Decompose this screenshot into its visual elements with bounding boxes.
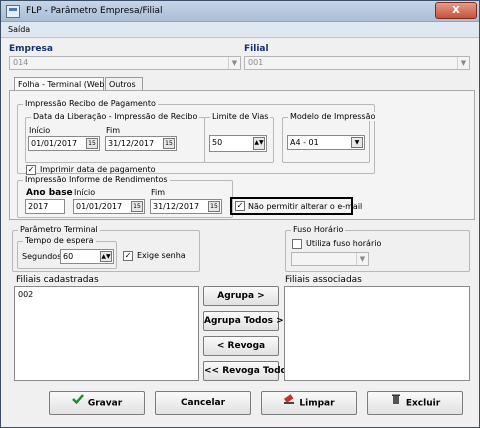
- chevron-down-icon: ▼: [356, 253, 368, 265]
- segundos-label: Segundos: [22, 252, 62, 261]
- recibo-title: Impressão Recibo de Pagamento: [23, 99, 158, 108]
- chevron-down-icon[interactable]: ▼: [351, 137, 363, 148]
- tab-panel: Impressão Recibo de Pagamento Data da Li…: [9, 90, 475, 220]
- filial-label: Filial: [244, 44, 269, 54]
- terminal-group: Parâmetro Terminal Tempo de espera Segun…: [12, 225, 200, 272]
- modelo-value: A4 - 01: [290, 138, 319, 147]
- nao-permitir-email-label: Não permitir alterar o e-mail: [248, 202, 363, 211]
- spinner-icon[interactable]: ▲▼: [253, 137, 265, 150]
- segundos-input[interactable]: 60 ▲▼: [60, 249, 114, 264]
- calendar-icon[interactable]: 15: [208, 201, 220, 212]
- nao-permitir-email-checkbox[interactable]: ✓: [235, 201, 245, 211]
- limpar-button[interactable]: Limpar: [261, 391, 357, 415]
- imprimir-data-checkbox[interactable]: ✓: [26, 165, 36, 175]
- informe-inicio-label: Início: [74, 188, 96, 197]
- limite-group: Limite de Vias 50 ▲▼: [204, 112, 274, 163]
- gravar-label: Gravar: [87, 398, 123, 409]
- tempo-title: Tempo de espera: [23, 236, 96, 245]
- ano-base-value: 2017: [28, 202, 49, 211]
- liberacao-fim-label: Fim: [106, 126, 121, 135]
- empresa-value: 014: [13, 58, 29, 67]
- exige-senha-label: Exige senha: [137, 251, 186, 260]
- liberacao-group: Data da Liberação - Impressão de Recibo …: [25, 112, 205, 163]
- check-icon: [72, 392, 84, 414]
- gravar-button[interactable]: Gravar: [49, 391, 145, 415]
- modelo-title: Modelo de Impressão: [288, 112, 378, 121]
- excluir-button[interactable]: Excluir: [367, 391, 463, 415]
- limite-input[interactable]: 50 ▲▼: [209, 135, 267, 152]
- filiais-cadastradas-label: Filiais cadastradas: [16, 275, 99, 285]
- liberacao-fim-input[interactable]: 31/12/2017 15: [105, 136, 177, 151]
- informe-inicio-input[interactable]: 01/01/2017 15: [73, 199, 145, 214]
- calendar-icon[interactable]: 15: [86, 138, 98, 149]
- tab-outros[interactable]: Outros: [105, 77, 143, 91]
- menu-bar: Saída: [1, 22, 479, 38]
- agrupa-todos-button[interactable]: Agrupa Todos >>: [203, 311, 291, 331]
- calendar-icon[interactable]: 15: [131, 201, 143, 212]
- informe-fim-label: Fim: [151, 188, 166, 197]
- revoga-todos-button[interactable]: << Revoga Todos: [203, 361, 292, 381]
- calendar-icon[interactable]: 15: [163, 138, 175, 149]
- agrupa-button[interactable]: Agrupa >: [203, 286, 279, 306]
- liberacao-title: Data da Liberação - Impressão de Recibo: [31, 112, 200, 121]
- window-title: FLP - Parâmetro Empresa/Filial: [26, 6, 163, 16]
- limite-value: 50: [212, 138, 223, 147]
- trash-icon: [390, 392, 402, 414]
- terminal-title: Parâmetro Terminal: [18, 225, 100, 234]
- list-item[interactable]: 002: [18, 290, 33, 299]
- excluir-label: Excluir: [405, 398, 441, 409]
- close-button[interactable]: X: [435, 2, 477, 19]
- menu-item-saida[interactable]: Saída: [8, 25, 30, 34]
- utiliza-fuso-checkbox[interactable]: [292, 239, 302, 249]
- fuso-title: Fuso Horário: [291, 225, 346, 234]
- liberacao-fim-value: 31/12/2017: [108, 139, 155, 148]
- fuso-select[interactable]: ▼: [291, 252, 369, 266]
- limpar-label: Limpar: [299, 398, 335, 409]
- fuso-group: Fuso Horário Utiliza fuso horário ▼: [285, 225, 470, 272]
- liberacao-inicio-value: 01/01/2017: [31, 139, 78, 148]
- cancelar-label: Cancelar: [180, 398, 226, 408]
- chevron-down-icon: ▼: [457, 57, 469, 69]
- ano-base-label: Ano base: [26, 188, 73, 198]
- filial-value: 001: [248, 58, 264, 67]
- empresa-select[interactable]: 014 ▼: [9, 56, 241, 70]
- imprimir-data-label: Imprimir data de pagamento: [40, 165, 156, 174]
- informe-group: Impressão Informe de Rendimentos Ano bas…: [17, 175, 233, 218]
- exige-senha-checkbox[interactable]: ✓: [123, 251, 133, 261]
- title-bar: FLP - Parâmetro Empresa/Filial X: [1, 1, 479, 22]
- eraser-icon: [283, 392, 295, 414]
- segundos-value: 60: [63, 252, 74, 261]
- filial-select[interactable]: 001 ▼: [244, 56, 470, 70]
- empresa-label: Empresa: [9, 44, 53, 54]
- cancelar-button[interactable]: Cancelar: [155, 391, 251, 415]
- limite-title: Limite de Vias: [210, 112, 271, 121]
- informe-inicio-value: 01/01/2017: [76, 202, 123, 211]
- liberacao-inicio-input[interactable]: 01/01/2017 15: [28, 136, 100, 151]
- modelo-select[interactable]: A4 - 01 ▼: [287, 135, 365, 150]
- tempo-group: Tempo de espera Segundos 60 ▲▼: [17, 236, 117, 269]
- informe-fim-value: 31/12/2017: [153, 202, 200, 211]
- main-window: FLP - Parâmetro Empresa/Filial X Saída E…: [0, 0, 480, 428]
- liberacao-inicio-label: Início: [29, 126, 51, 135]
- filiais-associadas-list[interactable]: [284, 286, 470, 381]
- app-icon: [6, 5, 20, 18]
- spinner-icon[interactable]: ▲▼: [100, 251, 112, 262]
- utiliza-fuso-label: Utiliza fuso horário: [306, 239, 382, 248]
- revoga-button[interactable]: < Revoga: [203, 336, 279, 356]
- chevron-down-icon: ▼: [228, 57, 240, 69]
- filiais-associadas-label: Filiais associadas: [285, 275, 362, 285]
- recibo-group: Impressão Recibo de Pagamento Data da Li…: [17, 99, 378, 175]
- informe-fim-input[interactable]: 31/12/2017 15: [150, 199, 222, 214]
- modelo-group: Modelo de Impressão A4 - 01 ▼: [282, 112, 378, 163]
- ano-base-input[interactable]: 2017: [25, 199, 65, 214]
- nao-permitir-email-box: ✓ Não permitir alterar o e-mail: [230, 197, 362, 215]
- informe-title: Impressão Informe de Rendimentos: [23, 175, 170, 184]
- filiais-cadastradas-list[interactable]: 002: [14, 286, 199, 381]
